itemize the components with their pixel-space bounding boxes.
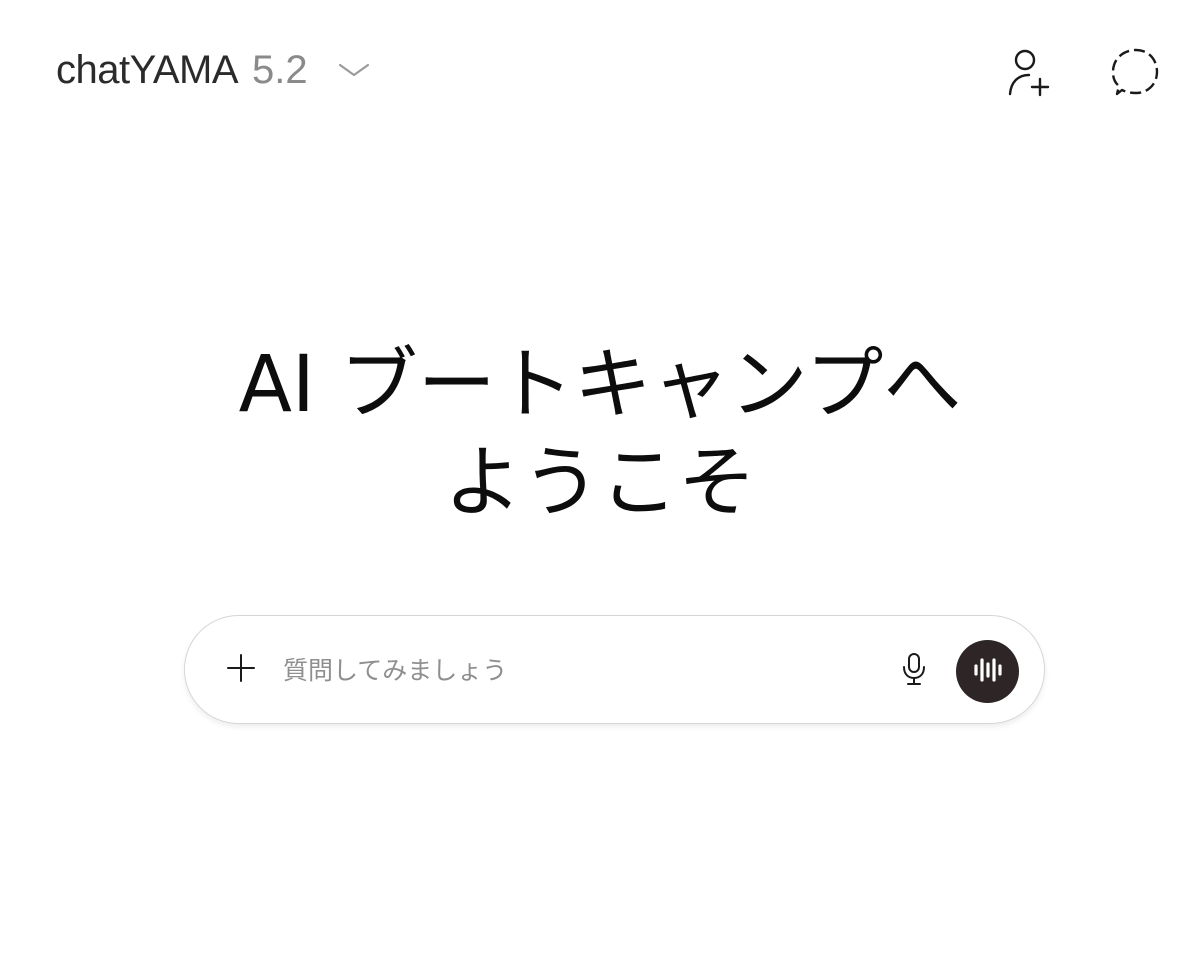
plus-icon [226, 653, 256, 687]
dashed-chat-bubble-icon [1109, 46, 1161, 102]
chevron-down-icon [338, 61, 370, 79]
welcome-heading-line-2: ようこそ [443, 438, 756, 528]
temporary-chat-button[interactable] [1107, 46, 1163, 102]
welcome-heading-line-1: AI ブートキャンプへ [238, 340, 962, 430]
microphone-icon [900, 652, 928, 690]
page: chatYAMA 5.2 AI ブートキャンプへ ようこそ [0, 0, 1200, 960]
model-version: 5.2 [252, 47, 308, 92]
microphone-button[interactable] [894, 651, 934, 691]
model-switcher[interactable]: chatYAMA 5.2 [56, 44, 370, 96]
prompt-input[interactable] [283, 646, 863, 694]
add-user-icon [1002, 46, 1054, 102]
voice-mode-button[interactable] [956, 640, 1019, 703]
welcome-heading: AI ブートキャンプへ ようこそ [0, 336, 1200, 532]
add-user-button[interactable] [1000, 46, 1056, 102]
app-name: chatYAMA [56, 47, 239, 92]
voice-waveform-icon [972, 655, 1004, 689]
attach-button[interactable] [219, 648, 263, 692]
prompt-composer [184, 615, 1045, 724]
